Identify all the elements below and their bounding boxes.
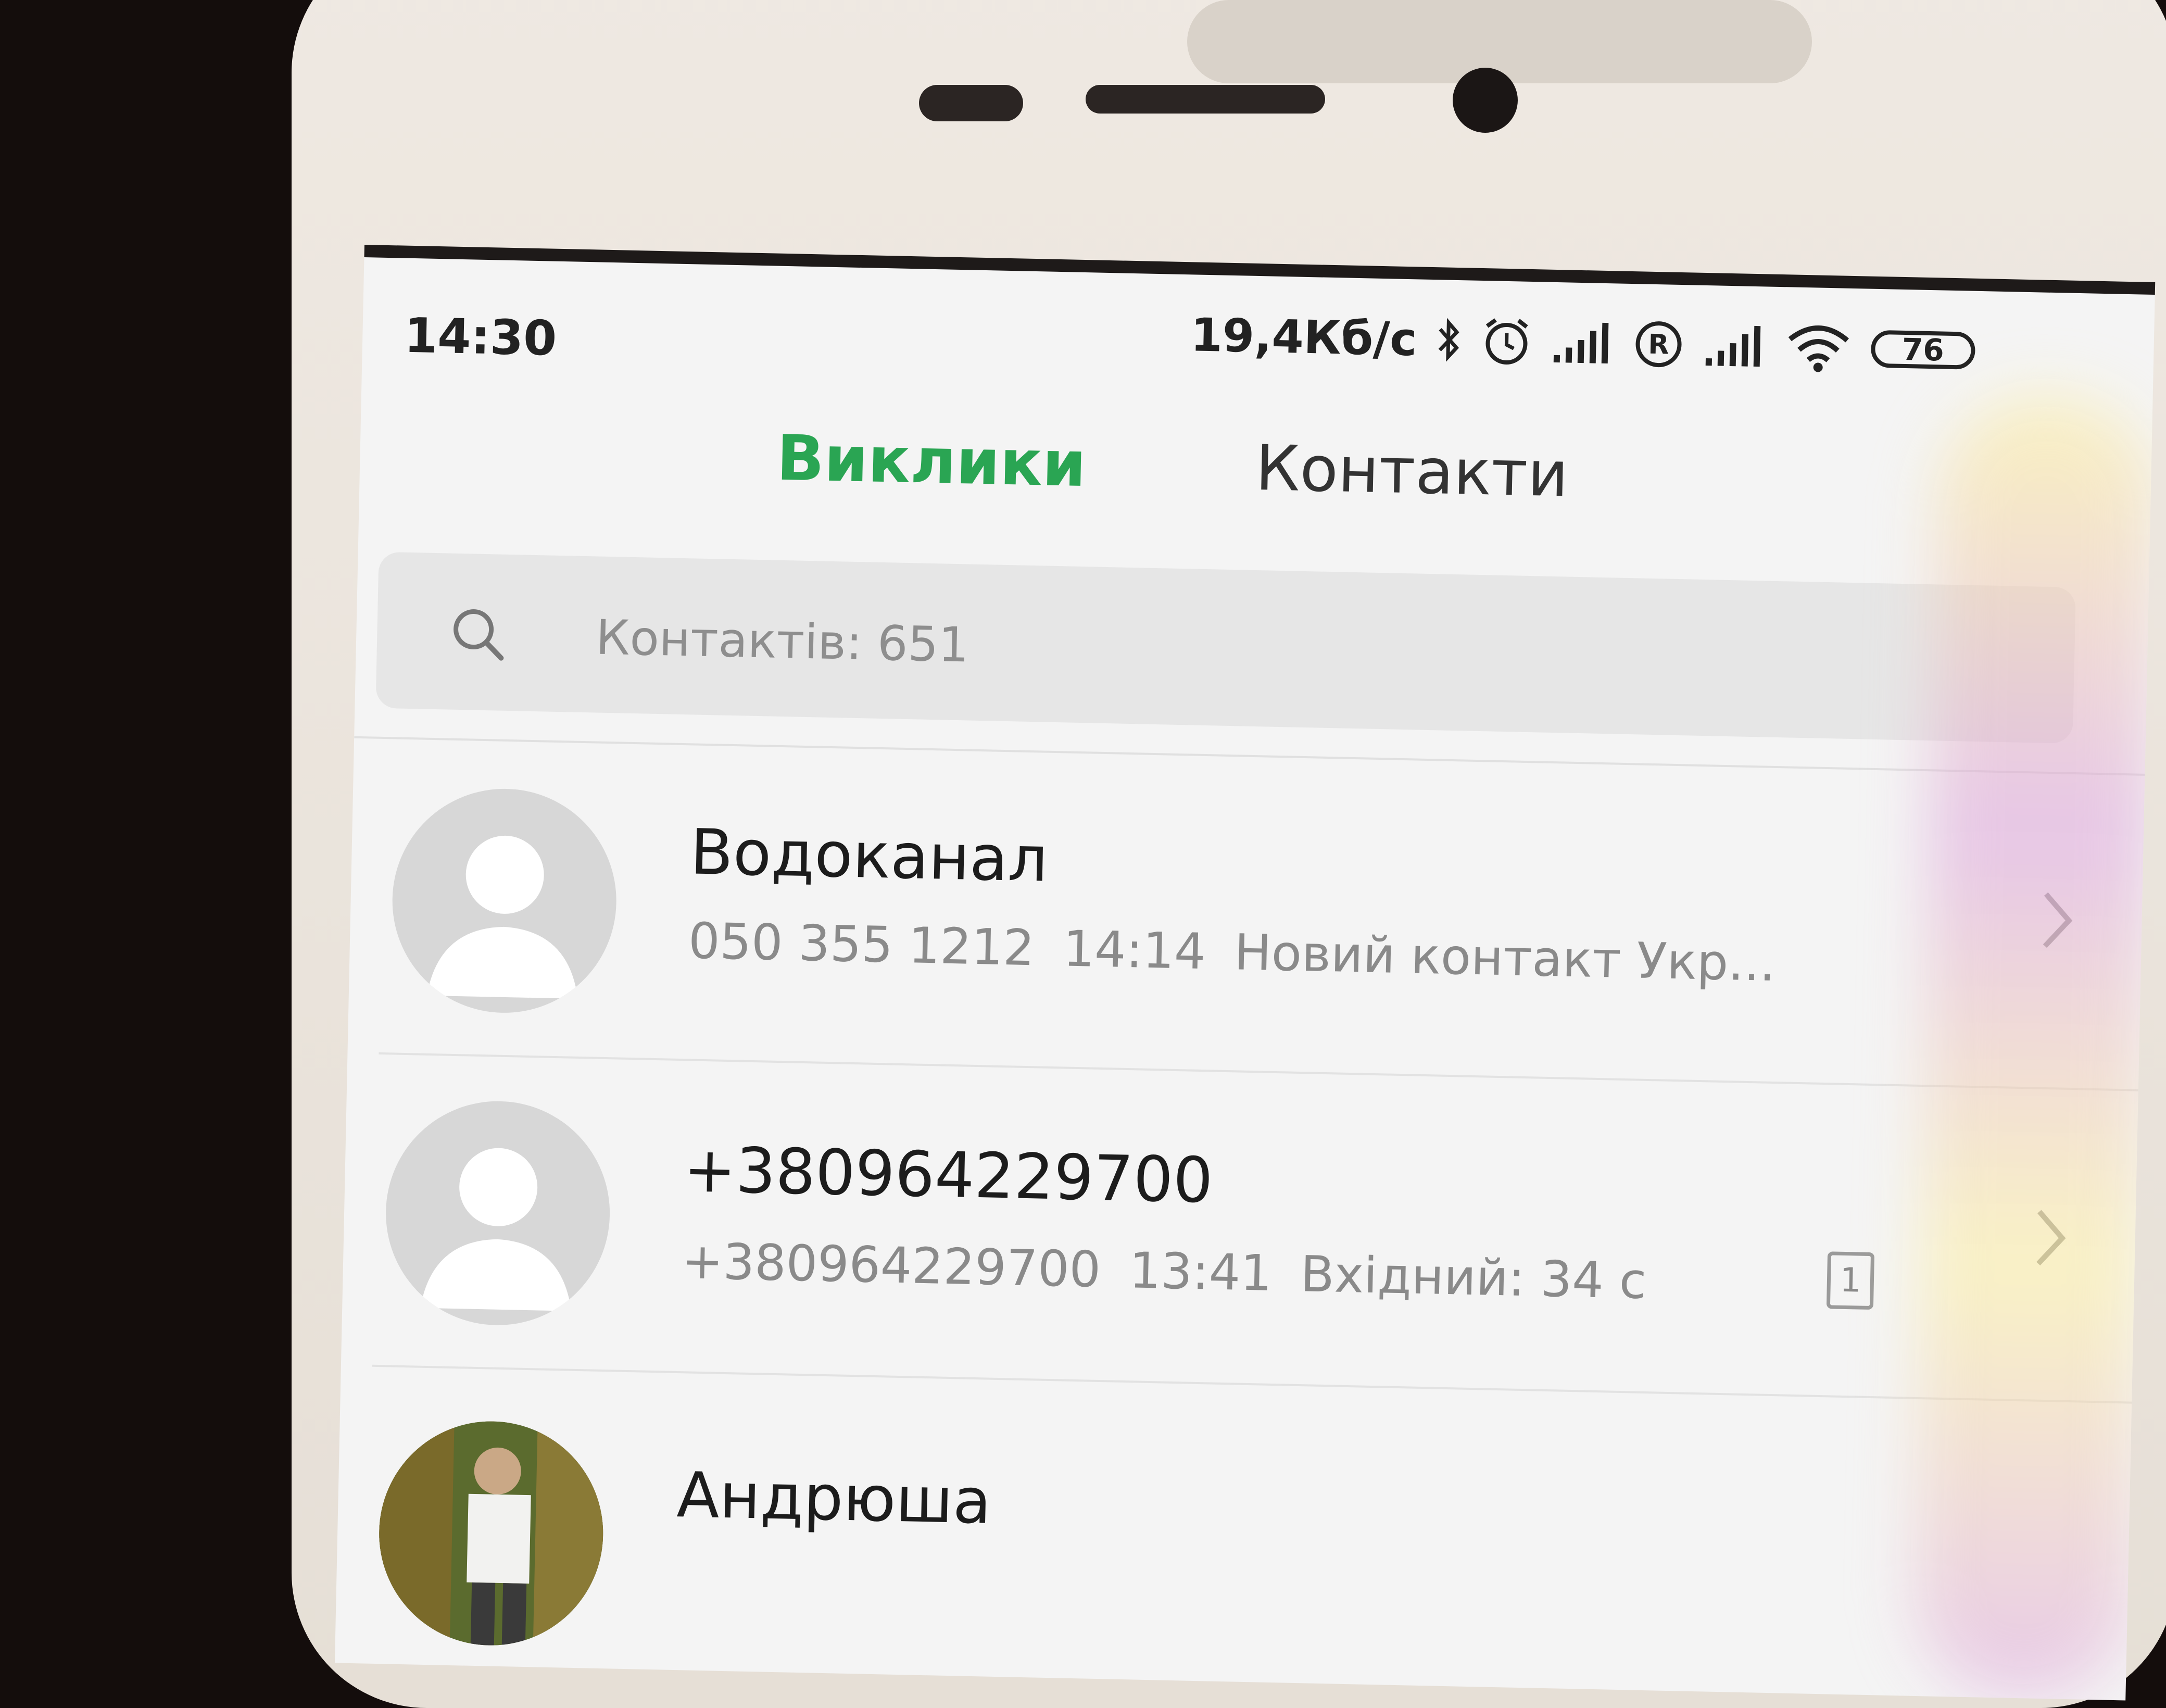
call-time: 13:41	[1128, 1242, 1273, 1302]
call-info: Новий контакт Укр...	[1233, 924, 1776, 993]
sim-number: 1	[1839, 1261, 1862, 1300]
svg-text:R: R	[1648, 329, 1669, 361]
proximity-sensor	[919, 85, 1023, 121]
battery-icon: 76	[1870, 330, 1975, 370]
call-log-row[interactable]: +380964229700 +380964229700 13:41 Вхідний:…	[341, 1054, 2143, 1404]
wifi-icon	[1784, 321, 1853, 374]
network-speed: 19,4Кб/с	[1190, 307, 1418, 366]
earpiece-speaker	[1086, 85, 1325, 114]
call-number: +380964229700	[681, 1233, 1102, 1299]
phone-screen: 14:30 19,4Кб/с R 76 Виклики Контакти Кон…	[334, 245, 2156, 1701]
tab-contacts[interactable]: Контакти	[1255, 432, 1569, 511]
call-log-row[interactable]: Андрюша	[335, 1366, 2132, 1701]
contact-photo	[376, 1419, 606, 1648]
status-indicators: 19,4Кб/с R 76	[1190, 306, 1976, 380]
battery-level: 76	[1901, 331, 1945, 368]
call-number: 050 355 1212	[687, 912, 1035, 977]
avatar[interactable]	[390, 786, 619, 1015]
call-log-row[interactable]: Водоканал 050 355 1212 14:14 Новий контакт…	[347, 742, 2149, 1092]
signal-icon	[1551, 319, 1614, 367]
search-input[interactable]: Контактів: 651	[595, 609, 969, 673]
roaming-icon: R	[1632, 318, 1685, 371]
chevron-right-icon[interactable]	[2037, 886, 2080, 957]
chevron-right-icon[interactable]	[2030, 1203, 2073, 1274]
search-bar[interactable]: Контактів: 651	[375, 551, 2076, 744]
avatar[interactable]	[383, 1099, 612, 1328]
search-icon	[447, 603, 511, 669]
call-details: 050 355 1212 14:14 Новий контакт Укр...	[688, 912, 1805, 993]
call-details: +380964229700 13:41 Вхідний: 34 с	[681, 1233, 1676, 1311]
status-time: 14:30	[404, 307, 558, 367]
person-silhouette-icon	[426, 835, 578, 999]
contact-name: Водоканал	[689, 816, 1049, 896]
front-camera	[1453, 68, 1518, 133]
tab-calls[interactable]: Виклики	[776, 422, 1087, 501]
signal-icon	[1703, 322, 1766, 370]
bluetooth-icon	[1435, 316, 1463, 363]
tab-bar: Виклики Контакти	[359, 413, 2151, 555]
status-bar: 14:30 19,4Кб/с R 76	[362, 257, 2155, 399]
call-info: Вхідний: 34 с	[1300, 1246, 1647, 1310]
avatar[interactable]	[376, 1419, 606, 1648]
contact-name: Андрюша	[676, 1459, 992, 1538]
contact-name: +380964229700	[683, 1134, 1214, 1217]
alarm-icon	[1480, 315, 1533, 368]
call-time: 14:14	[1062, 920, 1206, 981]
person-silhouette-icon	[420, 1148, 572, 1311]
sim-indicator: 1	[1826, 1251, 1875, 1310]
